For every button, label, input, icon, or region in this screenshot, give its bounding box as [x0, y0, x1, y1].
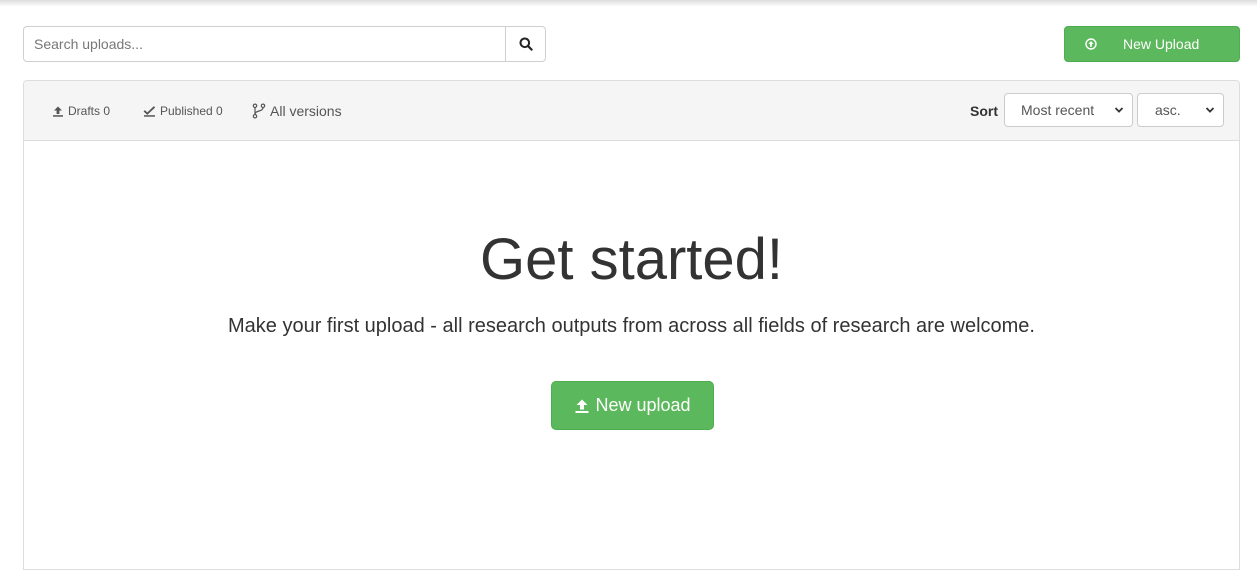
new-upload-button-label: New upload	[595, 395, 691, 415]
upload-circle-icon	[1085, 38, 1097, 50]
chevron-down-icon	[1205, 105, 1215, 115]
empty-state-title: Get started!	[479, 227, 784, 292]
branch-icon	[252, 102, 266, 119]
new-upload-top-label: New Upload	[1123, 36, 1200, 52]
check-icon	[143, 105, 156, 117]
search-button[interactable]	[505, 26, 546, 62]
search-icon	[519, 37, 533, 51]
filter-drafts-label: Drafts 0	[68, 103, 111, 118]
filter-published[interactable]: Published 0	[143, 81, 223, 140]
sort-label: Sort	[970, 102, 998, 119]
sort-order-select[interactable]: asc.	[1137, 93, 1224, 127]
empty-state-subtitle: Make your first upload - all research ou…	[227, 315, 1035, 337]
sort-field-select[interactable]: Most recent	[1004, 93, 1133, 127]
upload-icon	[574, 398, 590, 414]
search-input[interactable]	[23, 26, 505, 62]
filter-all-versions-label: All versions	[270, 102, 342, 119]
top-shadow	[0, 0, 1257, 7]
new-upload-button[interactable]: New upload	[551, 381, 714, 430]
sort-field-value: Most recent	[1021, 102, 1095, 118]
filter-published-label: Published 0	[160, 103, 223, 118]
chevron-down-icon	[1114, 105, 1124, 115]
filter-all-versions[interactable]: All versions	[252, 81, 342, 140]
uploads-panel: Drafts 0 Published 0 All versions Sort M…	[23, 80, 1240, 570]
new-upload-top-button[interactable]: New Upload	[1064, 26, 1240, 62]
panel-header: Drafts 0 Published 0 All versions Sort M…	[24, 81, 1239, 141]
sort-order-value: asc.	[1155, 102, 1181, 118]
upload-icon	[52, 105, 64, 117]
filter-drafts[interactable]: Drafts 0	[52, 81, 110, 140]
search-bar	[23, 26, 546, 62]
